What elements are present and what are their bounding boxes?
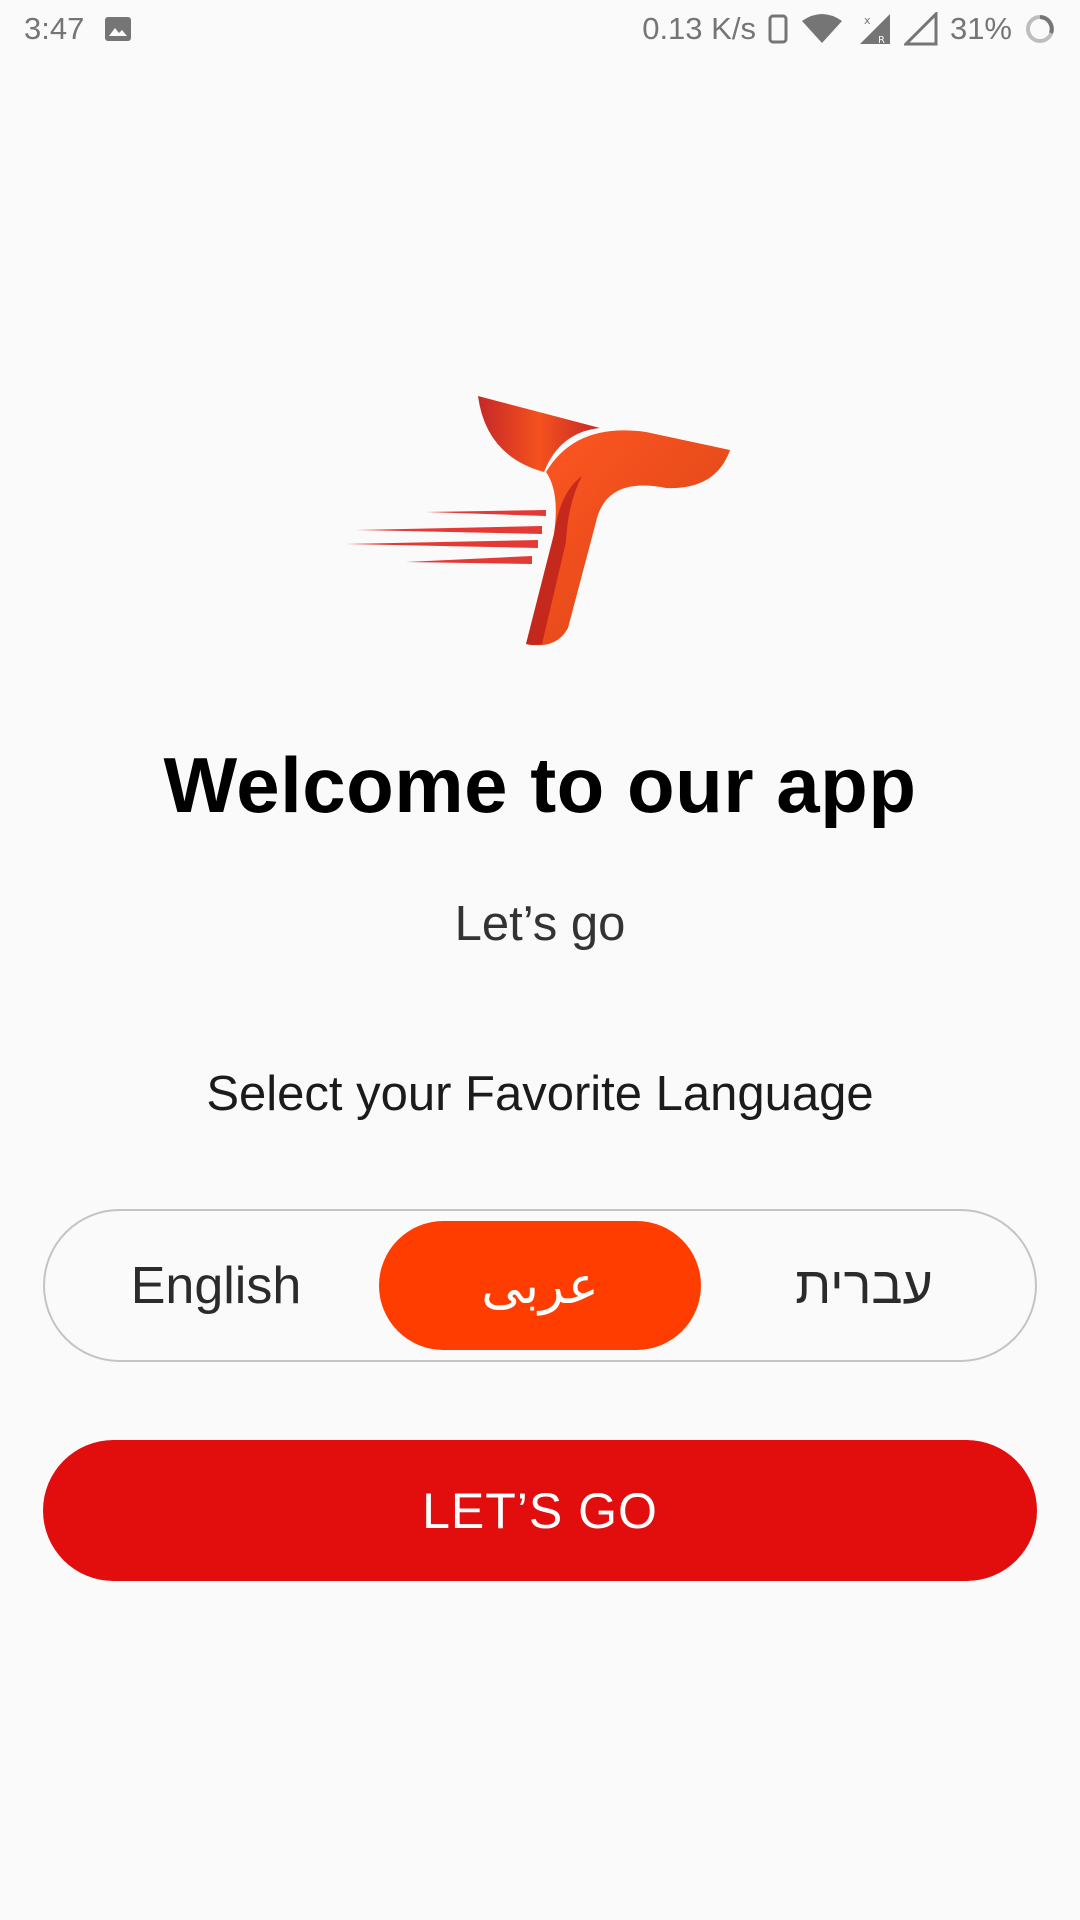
- svg-text:x: x: [864, 14, 871, 27]
- status-bar: 3:47 0.13 K/s x R 31%: [0, 0, 1080, 58]
- language-option-arabic[interactable]: عربى: [379, 1221, 701, 1350]
- network-speed: 0.13 K/s: [642, 11, 756, 46]
- battery-ring-icon: [1024, 13, 1056, 45]
- status-time: 3:47: [24, 11, 85, 46]
- language-prompt: Select your Favorite Language: [206, 1067, 874, 1121]
- wifi-icon: [800, 13, 844, 45]
- language-option-english[interactable]: English: [55, 1221, 377, 1350]
- welcome-title: Welcome to our app: [163, 741, 917, 829]
- lets-go-button[interactable]: LET’S GO: [43, 1440, 1037, 1581]
- language-option-hebrew[interactable]: עברית: [703, 1221, 1025, 1350]
- signal-empty-icon: [903, 12, 938, 46]
- signal-icon: x R: [856, 12, 892, 46]
- image-notification-icon: [104, 16, 132, 42]
- welcome-subtitle: Let’s go: [454, 897, 626, 951]
- status-right: 0.13 K/s x R 31%: [642, 11, 1056, 47]
- svg-text:R: R: [878, 35, 885, 46]
- phone-icon: [768, 14, 788, 44]
- status-left: 3:47: [24, 11, 132, 47]
- battery-percent: 31%: [949, 11, 1012, 46]
- language-selector: English عربى עברית: [43, 1209, 1037, 1362]
- app-logo: [346, 392, 732, 650]
